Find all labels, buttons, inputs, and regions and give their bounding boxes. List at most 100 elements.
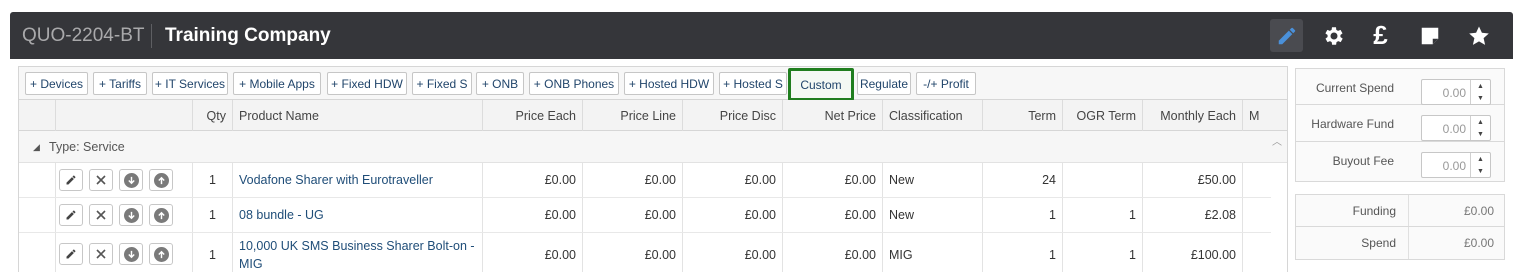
move-down-icon — [123, 207, 139, 223]
cell-price-line: £0.00 — [582, 163, 682, 197]
column-header-term[interactable]: Term — [982, 100, 1062, 131]
notes-button[interactable] — [1413, 19, 1446, 52]
column-header-net-price[interactable]: Net Price — [782, 100, 882, 131]
hardware-fund-label: Hardware Fund — [1311, 117, 1394, 131]
move-up-icon — [153, 172, 169, 188]
table-row[interactable]: 1 08 bundle - UG £0.00 £0.00 £0.00 £0.00… — [19, 198, 1271, 233]
cell-monthly-line — [1242, 163, 1271, 197]
column-header-price-each[interactable]: Price Each — [482, 100, 582, 131]
edit-row-button[interactable] — [59, 243, 83, 265]
current-spend-spinner[interactable]: ▲ ▼ — [1470, 80, 1490, 104]
column-header-ogr-term[interactable]: OGR Term — [1062, 100, 1142, 131]
column-header-classification[interactable]: Classification — [882, 100, 982, 131]
hardware-fund-row: Hardware Fund 0.00 ▲ ▼ — [1295, 105, 1505, 142]
cell-monthly-each: £50.00 — [1142, 163, 1242, 197]
group-row-service[interactable]: ◢ Type: Service — [19, 131, 1287, 163]
cell-classification: New — [882, 198, 982, 232]
buyout-fee-value: 0.00 — [1442, 159, 1466, 173]
edit-row-button[interactable] — [59, 204, 83, 226]
hardware-fund-value: 0.00 — [1442, 122, 1466, 136]
edit-button[interactable] — [1270, 19, 1303, 52]
move-down-button[interactable] — [119, 243, 143, 265]
add-onb-button[interactable]: + ONB — [476, 72, 524, 95]
buyout-fee-input[interactable]: 0.00 ▲ ▼ — [1421, 152, 1491, 178]
move-up-button[interactable] — [149, 204, 173, 226]
edit-icon — [66, 210, 76, 220]
column-header-qty[interactable]: Qty — [192, 100, 232, 131]
custom-button[interactable]: Custom — [788, 68, 854, 101]
hardware-fund-spinner[interactable]: ▲ ▼ — [1470, 116, 1490, 140]
quote-lines-panel: + Devices + Tariffs + IT Services + Mobi… — [18, 66, 1288, 272]
delete-row-button[interactable] — [89, 169, 113, 191]
add-fixed-s-button[interactable]: + Fixed S — [412, 72, 472, 95]
pricing-button[interactable]: £ — [1364, 19, 1397, 52]
note-icon — [1421, 27, 1438, 44]
table-row[interactable]: 1 Vodafone Sharer with Eurotraveller £0.… — [19, 163, 1271, 198]
add-tariffs-button[interactable]: + Tariffs — [93, 72, 147, 95]
cell-price-disc: £0.00 — [682, 198, 782, 232]
delete-row-button[interactable] — [89, 243, 113, 265]
edit-icon — [66, 175, 76, 185]
cell-product-name[interactable]: 08 bundle - UG — [232, 198, 482, 232]
spin-up-icon[interactable]: ▲ — [1477, 119, 1484, 126]
spin-up-icon[interactable]: ▲ — [1477, 156, 1484, 163]
add-devices-button[interactable]: + Devices — [25, 72, 88, 95]
hardware-fund-input[interactable]: 0.00 ▲ ▼ — [1421, 115, 1491, 141]
cell-price-each: £0.00 — [482, 198, 582, 232]
table-row[interactable]: 1 10,000 UK SMS Business Sharer Bolt-on … — [19, 233, 1271, 272]
scroll-up-icon[interactable]: ︿ — [1272, 133, 1282, 148]
row-actions — [55, 233, 192, 272]
column-header-product-name[interactable]: Product Name — [232, 100, 482, 131]
add-onb-phones-button[interactable]: + ONB Phones — [529, 72, 619, 95]
move-up-button[interactable] — [149, 243, 173, 265]
regulate-button[interactable]: Regulate — [857, 72, 911, 95]
add-items-toolbar: + Devices + Tariffs + IT Services + Mobi… — [19, 67, 1287, 101]
move-down-button[interactable] — [119, 169, 143, 191]
cell-classification: New — [882, 163, 982, 197]
cell-net-price: £0.00 — [782, 198, 882, 232]
column-header-price-disc[interactable]: Price Disc — [682, 100, 782, 131]
collapse-triangle-icon[interactable]: ◢ — [33, 142, 40, 153]
spin-down-icon[interactable]: ▼ — [1477, 131, 1484, 138]
spin-down-icon[interactable]: ▼ — [1477, 95, 1484, 102]
move-up-button[interactable] — [149, 169, 173, 191]
add-mobile-apps-button[interactable]: + Mobile Apps — [233, 72, 321, 95]
add-hosted-s-button[interactable]: + Hosted S — [719, 72, 787, 95]
column-header-price-line[interactable]: Price Line — [582, 100, 682, 131]
settings-button[interactable] — [1317, 19, 1350, 52]
current-spend-input[interactable]: 0.00 ▲ ▼ — [1421, 79, 1491, 105]
move-down-button[interactable] — [119, 204, 143, 226]
delete-icon — [96, 175, 106, 185]
spin-up-icon[interactable]: ▲ — [1477, 83, 1484, 90]
funding-row: Funding £0.00 — [1295, 194, 1505, 227]
funding-label: Funding — [1352, 204, 1396, 218]
current-spend-row: Current Spend 0.00 ▲ ▼ — [1295, 68, 1505, 105]
add-fixed-hdw-button[interactable]: + Fixed HDW — [327, 72, 407, 95]
cell-product-name[interactable]: 10,000 UK SMS Business Sharer Bolt-on - … — [232, 233, 482, 272]
profit-button[interactable]: -/+ Profit — [916, 72, 976, 95]
current-spend-label: Current Spend — [1315, 81, 1394, 95]
column-header-monthly-line[interactable]: M — [1242, 100, 1287, 131]
column-header-monthly-each[interactable]: Monthly Each — [1142, 100, 1242, 131]
star-icon — [1468, 26, 1489, 45]
buyout-fee-label: Buyout Fee — [1332, 154, 1394, 168]
edit-icon — [66, 249, 76, 259]
gear-icon — [1324, 26, 1343, 45]
pencil-icon — [1278, 27, 1295, 44]
quote-code: QUO-2204-BT — [22, 25, 145, 46]
add-it-services-button[interactable]: + IT Services — [152, 72, 228, 95]
quote-header: QUO-2204-BT Training Company £ — [10, 12, 1513, 59]
buyout-fee-row: Buyout Fee 0.00 ▲ ▼ — [1295, 142, 1505, 182]
favourite-button[interactable] — [1462, 19, 1495, 52]
pound-icon: £ — [1373, 20, 1388, 50]
delete-row-button[interactable] — [89, 204, 113, 226]
buyout-fee-spinner[interactable]: ▲ ▼ — [1470, 153, 1490, 177]
cell-product-name[interactable]: Vodafone Sharer with Eurotraveller — [232, 163, 482, 197]
funding-value: £0.00 — [1463, 204, 1494, 218]
edit-row-button[interactable] — [59, 169, 83, 191]
add-hosted-hdw-button[interactable]: + Hosted HDW — [624, 72, 714, 95]
cell-ogr-term: 1 — [1062, 198, 1142, 232]
spin-down-icon[interactable]: ▼ — [1477, 168, 1484, 175]
cell-qty: 1 — [192, 198, 232, 232]
cell-monthly-each: £2.08 — [1142, 198, 1242, 232]
